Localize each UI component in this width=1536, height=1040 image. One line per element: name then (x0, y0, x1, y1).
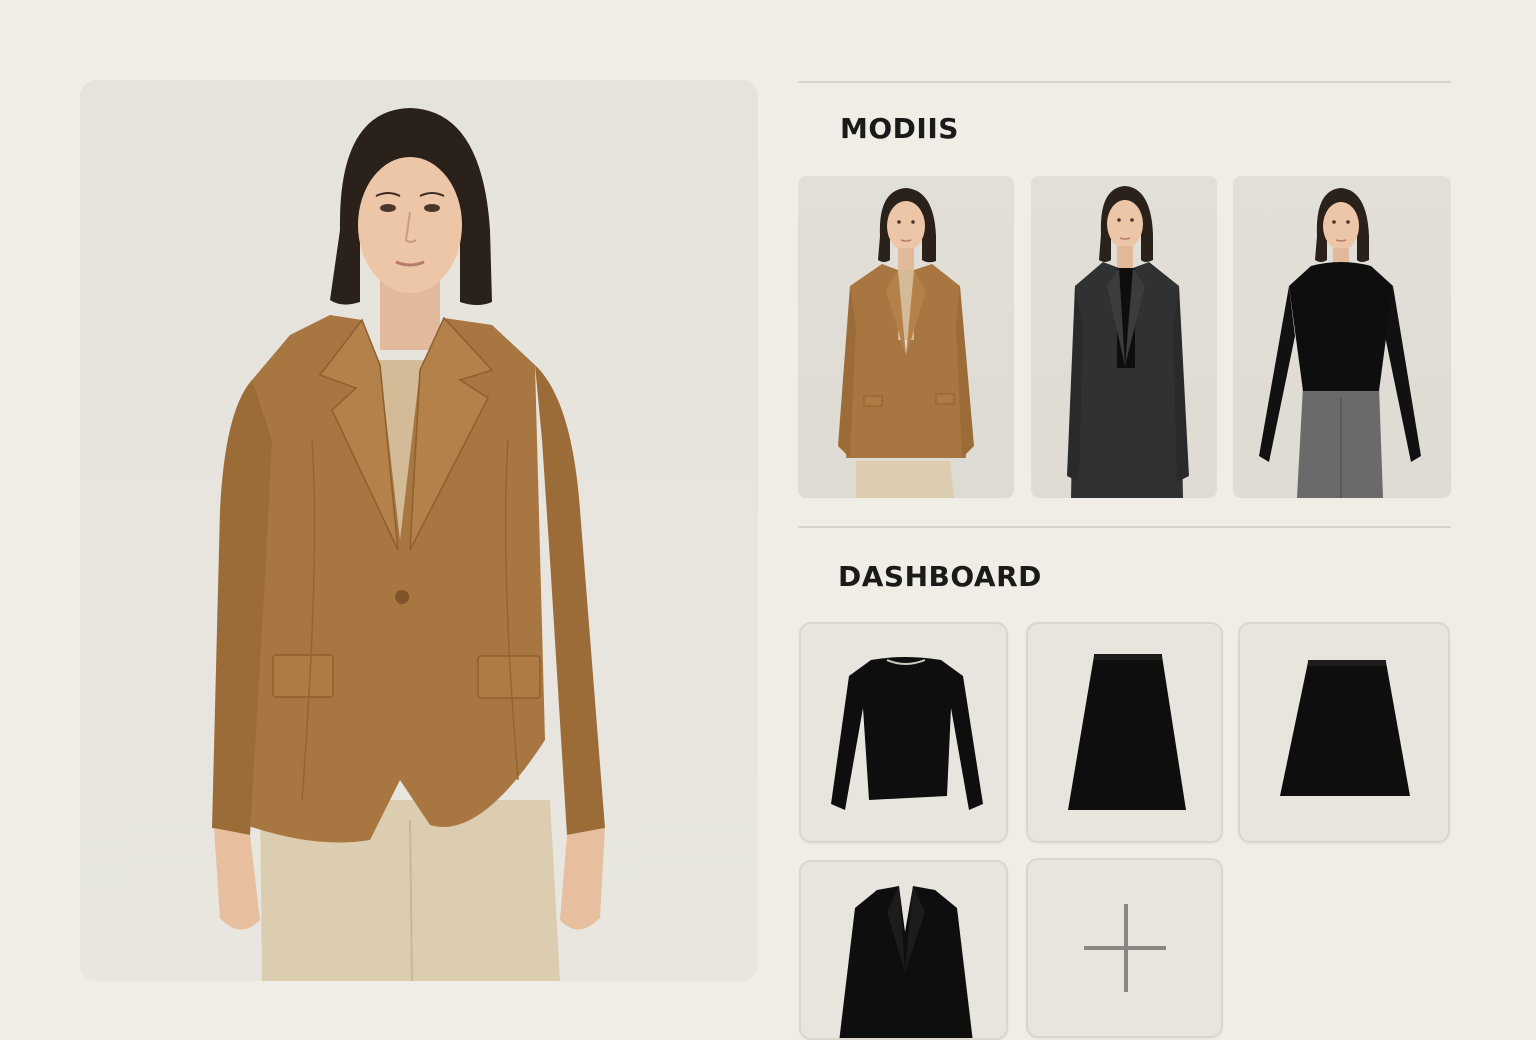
main-model-preview (80, 80, 758, 981)
item-card-black-blazer[interactable] (799, 860, 1008, 1040)
top-divider (798, 81, 1451, 83)
model-figure-illustration (212, 108, 605, 981)
dashboard-section-title: DASHBOARD (838, 560, 1042, 593)
model-card-camel-blazer[interactable] (798, 176, 1014, 498)
short-skirt-icon (1280, 660, 1410, 796)
model-card-black-sweater[interactable] (1233, 176, 1451, 498)
add-item-button[interactable] (1026, 858, 1223, 1038)
item-card-black-sweater[interactable] (799, 622, 1008, 843)
models-section-title: MODIIS (840, 112, 959, 145)
long-skirt-icon (1068, 654, 1186, 810)
black-blazer-icon (839, 886, 973, 1038)
plus-icon (1084, 904, 1166, 992)
item-card-black-skirt-long[interactable] (1026, 622, 1223, 843)
model-card-charcoal-coat[interactable] (1031, 176, 1217, 498)
item-card-black-skirt-short[interactable] (1238, 622, 1450, 843)
section-divider (798, 526, 1451, 528)
black-sweater-icon (831, 657, 983, 810)
